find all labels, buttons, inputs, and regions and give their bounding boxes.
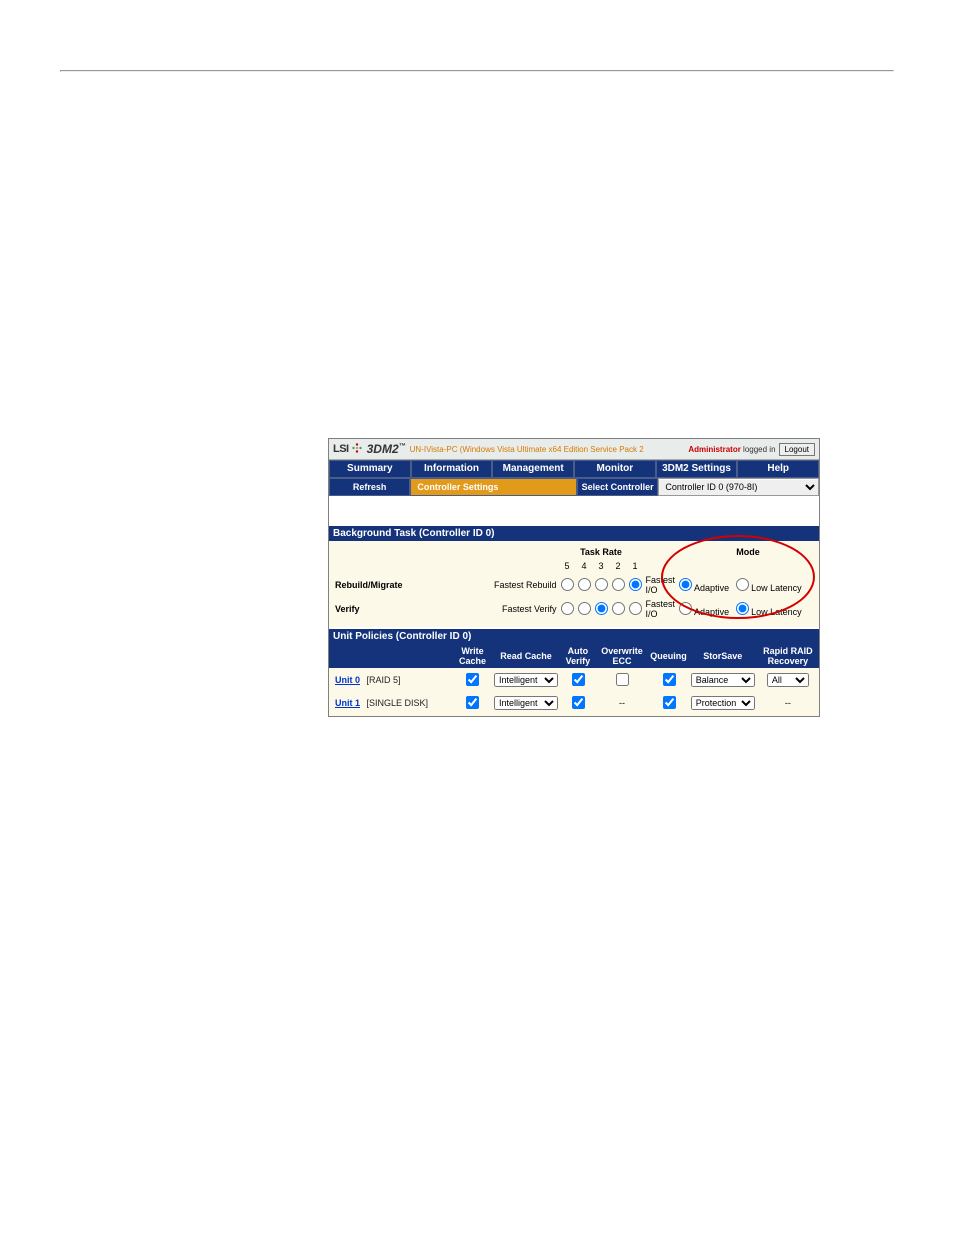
menu-information[interactable]: Information: [411, 460, 493, 478]
rebuild-mode-low[interactable]: [736, 578, 749, 591]
unit0-storsave[interactable]: Balance: [691, 673, 755, 687]
unit1-raid: [SINGLE DISK]: [367, 698, 429, 708]
login-user: Administrator: [688, 445, 740, 454]
unit-policies-table: Write Cache Read Cache Auto Verify Overw…: [329, 644, 819, 714]
rebuild-right-hint: Fastest I/O: [644, 573, 678, 597]
logo-decoration-icon: [351, 442, 363, 457]
mode-low-text: Low Latency: [751, 583, 802, 593]
task-rate-header-row: Task Rate Mode: [329, 545, 819, 559]
rebuild-rate-2[interactable]: [612, 578, 625, 591]
menu-select-controller-label: Select Controller: [577, 478, 658, 496]
tick-2: 2: [610, 559, 627, 573]
menu-management[interactable]: Management: [492, 460, 574, 478]
verify-mode-low[interactable]: [736, 602, 749, 615]
unit1-write-cache[interactable]: [466, 696, 479, 709]
rebuild-rate-1[interactable]: [629, 578, 642, 591]
verify-rate-1[interactable]: [629, 602, 642, 615]
logout-button[interactable]: Logout: [779, 443, 815, 456]
menu-controller-settings[interactable]: Controller Settings: [410, 478, 577, 496]
rebuild-mode-adaptive-label[interactable]: Adaptive: [679, 583, 729, 593]
unit1-storsave[interactable]: Protection: [691, 696, 755, 710]
verify-rate-5[interactable]: [561, 602, 574, 615]
tick-3: 3: [593, 559, 610, 573]
verify-left-hint: Fastest Verify: [476, 597, 559, 621]
unit0-rapid-raid[interactable]: All: [767, 673, 809, 687]
product-text: 3DM2: [367, 442, 399, 456]
rebuild-label: Rebuild/Migrate: [329, 573, 476, 597]
menu-3dm2-settings[interactable]: 3DM2 Settings: [656, 460, 738, 478]
trademark: ™: [399, 443, 406, 450]
unit1-overwrite-ecc: --: [596, 691, 648, 714]
rebuild-mode-low-label[interactable]: Low Latency: [736, 583, 802, 593]
verify-rate-4[interactable]: [578, 602, 591, 615]
product-name: 3DM2™: [367, 442, 406, 456]
policies-row-unit1: Unit 1 [SINGLE DISK] Intelligent -- Prot…: [329, 691, 819, 714]
login-status: Administrator logged in: [688, 445, 775, 454]
controller-select[interactable]: Controller ID 0 (970-8I): [659, 480, 818, 495]
col-write-cache: Write Cache: [453, 644, 492, 668]
login-suffix: logged in: [741, 445, 776, 454]
menu-monitor[interactable]: Monitor: [574, 460, 656, 478]
verify-right-hint: Fastest I/O: [644, 597, 678, 621]
rebuild-rate-5[interactable]: [561, 578, 574, 591]
task-row-verify: Verify Fastest Verify Fastest I/O Adapti…: [329, 597, 819, 621]
rebuild-rate-4[interactable]: [578, 578, 591, 591]
col-auto-verify: Auto Verify: [560, 644, 596, 668]
os-info: UN-IVista-PC (Windows Vista Ultimate x64…: [410, 445, 644, 454]
mode-adaptive-text-2: Adaptive: [694, 607, 729, 617]
app-window: LSI 3DM2™ UN-IVista-PC (Windows Vista Ul…: [328, 438, 820, 717]
background-task-area: Task Rate Mode 5 4 3 2 1 Rebuild/Migrat: [329, 541, 819, 627]
verify-mode-adaptive[interactable]: [679, 602, 692, 615]
unit-policies-header: Unit Policies (Controller ID 0): [329, 629, 819, 644]
unit0-queuing[interactable]: [663, 673, 676, 686]
col-read-cache: Read Cache: [492, 644, 560, 668]
unit1-rapid-raid: --: [757, 691, 819, 714]
unit1-queuing[interactable]: [663, 696, 676, 709]
menu-summary[interactable]: Summary: [329, 460, 411, 478]
col-unit: [329, 644, 453, 668]
unit-policies-area: Write Cache Read Cache Auto Verify Overw…: [329, 644, 819, 716]
rebuild-rate-3[interactable]: [595, 578, 608, 591]
tick-4: 4: [576, 559, 593, 573]
rebuild-left-hint: Fastest Rebuild: [476, 573, 559, 597]
policies-row-unit0: Unit 0 [RAID 5] Intelligent Balance All: [329, 668, 819, 691]
verify-mode-low-label[interactable]: Low Latency: [736, 607, 802, 617]
unit0-write-cache[interactable]: [466, 673, 479, 686]
page-header-rule: [60, 70, 894, 72]
tick-1: 1: [627, 559, 644, 573]
rebuild-mode-adaptive[interactable]: [679, 578, 692, 591]
task-rate-label: Task Rate: [559, 545, 644, 559]
verify-mode-adaptive-label[interactable]: Adaptive: [679, 607, 729, 617]
task-rate-table: Task Rate Mode 5 4 3 2 1 Rebuild/Migrat: [329, 545, 819, 621]
menu-refresh[interactable]: Refresh: [329, 478, 410, 496]
tick-5: 5: [559, 559, 576, 573]
background-task-header: Background Task (Controller ID 0): [329, 526, 819, 541]
unit0-read-cache[interactable]: Intelligent: [494, 673, 558, 687]
verify-rate-3[interactable]: [595, 602, 608, 615]
unit1-auto-verify[interactable]: [572, 696, 585, 709]
unit0-overwrite-ecc[interactable]: [616, 673, 629, 686]
col-overwrite-ecc: Overwrite ECC: [596, 644, 648, 668]
verify-label: Verify: [329, 597, 476, 621]
unit0-auto-verify[interactable]: [572, 673, 585, 686]
policies-header-row: Write Cache Read Cache Auto Verify Overw…: [329, 644, 819, 668]
logo-lsi: LSI: [333, 443, 349, 455]
menu-row-primary: Summary Information Management Monitor 3…: [329, 460, 819, 478]
unit1-link[interactable]: Unit 1: [335, 698, 360, 708]
task-row-rebuild: Rebuild/Migrate Fastest Rebuild Fastest …: [329, 573, 819, 597]
titlebar: LSI 3DM2™ UN-IVista-PC (Windows Vista Ul…: [329, 439, 819, 460]
col-rapid-raid: Rapid RAID Recovery: [757, 644, 819, 668]
verify-rate-2[interactable]: [612, 602, 625, 615]
menu-help[interactable]: Help: [737, 460, 819, 478]
mode-adaptive-text: Adaptive: [694, 583, 729, 593]
unit1-read-cache[interactable]: Intelligent: [494, 696, 558, 710]
task-rate-ticks-row: 5 4 3 2 1: [329, 559, 819, 573]
col-queuing: Queuing: [648, 644, 689, 668]
mode-label: Mode: [677, 545, 819, 559]
mode-low-text-2: Low Latency: [751, 607, 802, 617]
menu-row-secondary: Refresh Controller Settings Select Contr…: [329, 478, 819, 496]
unit0-link[interactable]: Unit 0: [335, 675, 360, 685]
col-storsave: StorSave: [689, 644, 757, 668]
unit0-raid: [RAID 5]: [367, 675, 401, 685]
